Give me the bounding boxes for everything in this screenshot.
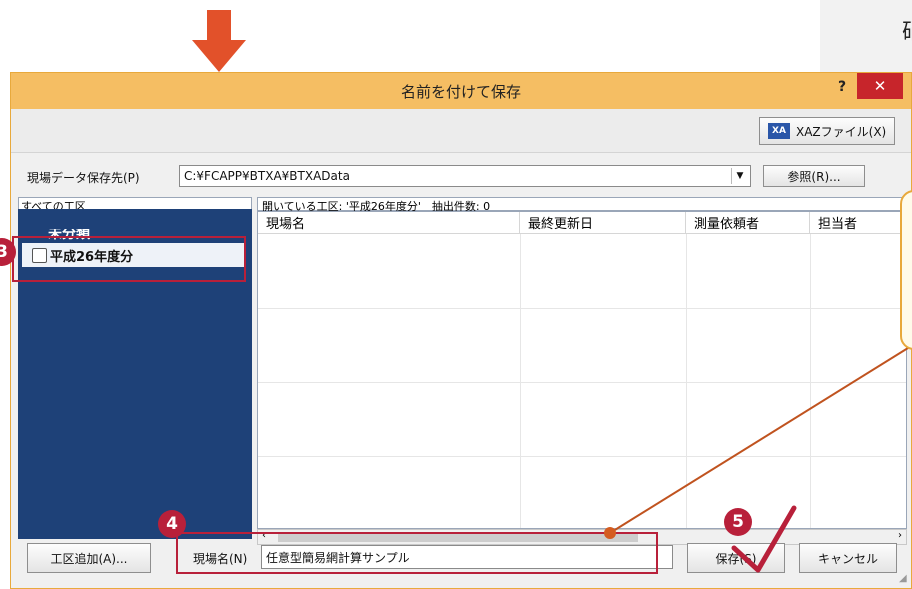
browse-button[interactable]: 参照(R)... [763, 165, 865, 187]
add-section-button[interactable]: 工区追加(A)... [27, 543, 151, 573]
xaz-file-icon: XA [768, 123, 790, 139]
save-path-field[interactable]: C:¥FCAPP¥BTXA¥BTXAData ▼ [179, 165, 751, 187]
site-list[interactable]: 現場名 最終更新日 測量依頼者 担当者 [257, 211, 907, 529]
resize-grip-icon[interactable]: ◢ [899, 573, 907, 584]
scroll-right-icon[interactable]: › [898, 530, 902, 541]
save-button[interactable]: 保存(S) [687, 543, 785, 573]
chevron-down-icon[interactable]: ▼ [731, 168, 748, 184]
grid-line [258, 456, 906, 457]
note-bubble [900, 190, 912, 350]
column-header[interactable]: 現場名 [258, 212, 520, 234]
column-header[interactable]: 担当者 [810, 212, 906, 234]
highlight-step4 [176, 532, 658, 574]
help-button[interactable]: ? [831, 79, 853, 99]
toolbar: XA XAZファイル(X) [11, 109, 911, 153]
step-badge-4: 4 [158, 510, 186, 538]
title-bar[interactable]: 名前を付けて保存 ? ✕ [11, 73, 911, 109]
step-badge-5: 5 [724, 508, 752, 536]
grid-line [258, 382, 906, 383]
list-status-bar: 開いている工区: '平成26年度分' 抽出件数: 0 [257, 197, 907, 213]
save-path-value: C:¥FCAPP¥BTXA¥BTXAData [184, 169, 350, 183]
close-button[interactable]: ✕ [857, 73, 903, 99]
save-path-label: 現場データ保存先(P) [27, 171, 140, 185]
grid-line [258, 308, 906, 309]
column-header[interactable]: 測量依頼者 [686, 212, 810, 234]
top-callout-text: 硝 [902, 14, 912, 46]
down-arrow-icon [192, 10, 246, 72]
xaz-file-label: XAZファイル(X) [796, 124, 887, 139]
xaz-file-button[interactable]: XA XAZファイル(X) [759, 117, 895, 145]
top-callout: 硝 [820, 0, 912, 72]
cancel-button[interactable]: キャンセル [799, 543, 897, 573]
column-header[interactable]: 最終更新日 [520, 212, 686, 234]
dialog-title: 名前を付けて保存 [400, 83, 521, 101]
highlight-step3 [12, 236, 246, 282]
save-as-dialog: 名前を付けて保存 ? ✕ XA XAZファイル(X) 現場データ保存先(P) C… [10, 72, 912, 589]
